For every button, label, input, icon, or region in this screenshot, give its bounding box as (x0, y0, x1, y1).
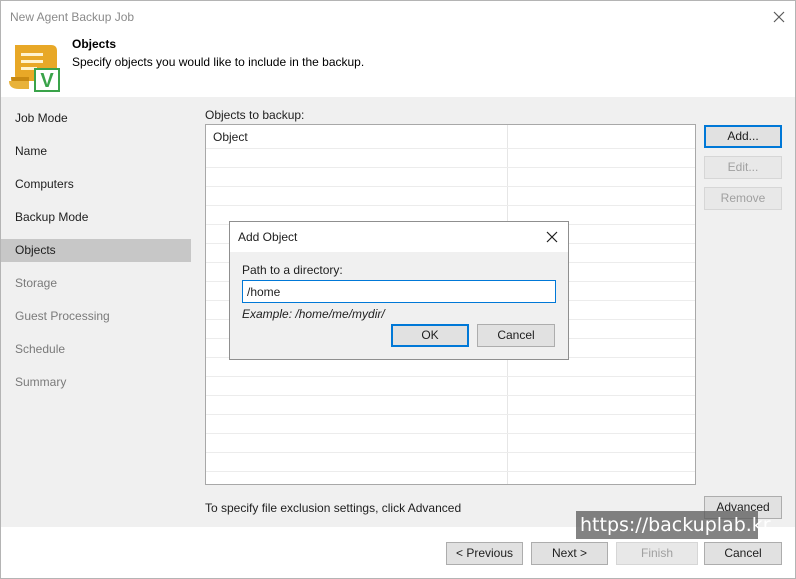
table-row (206, 148, 695, 149)
path-input[interactable] (242, 280, 556, 303)
ok-button[interactable]: OK (391, 324, 469, 347)
objects-label: Objects to backup: (205, 108, 305, 122)
sidebar-item-job-mode[interactable]: Job Mode (1, 107, 191, 130)
dialog-title: Add Object (238, 230, 298, 244)
table-row (206, 471, 695, 472)
sidebar-item-name[interactable]: Name (1, 140, 191, 163)
page-title: Objects (72, 37, 117, 51)
table-row (206, 395, 695, 396)
sidebar-item-backup-mode[interactable]: Backup Mode (1, 206, 191, 229)
remove-button: Remove (704, 187, 782, 210)
table-row (206, 167, 695, 168)
wizard-window: New Agent Backup Job V Objects Specify o… (0, 0, 796, 579)
table-row (206, 186, 695, 187)
table-row (206, 433, 695, 434)
table-row (206, 414, 695, 415)
table-row (206, 376, 695, 377)
scroll-checkmark-icon: V (7, 41, 63, 93)
exclusion-hint: To specify file exclusion settings, clic… (205, 501, 462, 515)
sidebar-item-objects[interactable]: Objects (1, 239, 191, 262)
finish-button: Finish (616, 542, 698, 565)
next-button[interactable]: Next > (531, 542, 608, 565)
wizard-header: V Objects Specify objects you would like… (1, 33, 795, 96)
title-bar: New Agent Backup Job (1, 1, 795, 33)
column-header-object[interactable]: Object (213, 130, 248, 144)
dialog-close-icon[interactable] (545, 230, 559, 244)
path-example: Example: /home/me/mydir/ (242, 307, 385, 321)
window-title: New Agent Backup Job (10, 10, 135, 24)
edit-button: Edit... (704, 156, 782, 179)
table-row (206, 452, 695, 453)
sidebar-item-schedule: Schedule (15, 342, 66, 356)
dialog-cancel-button[interactable]: Cancel (477, 324, 555, 347)
cancel-button[interactable]: Cancel (704, 542, 782, 565)
sidebar-item-guest-processing: Guest Processing (15, 309, 110, 323)
previous-button[interactable]: < Previous (446, 542, 523, 565)
dialog-title-bar: Add Object (230, 222, 568, 252)
watermark: https://backuplab.kr (576, 511, 771, 539)
path-label: Path to a directory: (242, 263, 343, 277)
add-button[interactable]: Add... (704, 125, 782, 148)
sidebar-item-computers[interactable]: Computers (1, 173, 191, 196)
close-icon[interactable] (771, 9, 787, 25)
page-subtitle: Specify objects you would like to includ… (72, 55, 365, 69)
wizard-sidebar: Job Mode Name Computers Backup Mode Obje… (1, 97, 191, 527)
sidebar-item-summary: Summary (15, 375, 67, 389)
sidebar-item-storage: Storage (15, 276, 58, 290)
table-row (206, 205, 695, 206)
icon-letter: V (40, 70, 54, 92)
add-object-dialog: Add Object Path to a directory: Example:… (229, 221, 569, 360)
